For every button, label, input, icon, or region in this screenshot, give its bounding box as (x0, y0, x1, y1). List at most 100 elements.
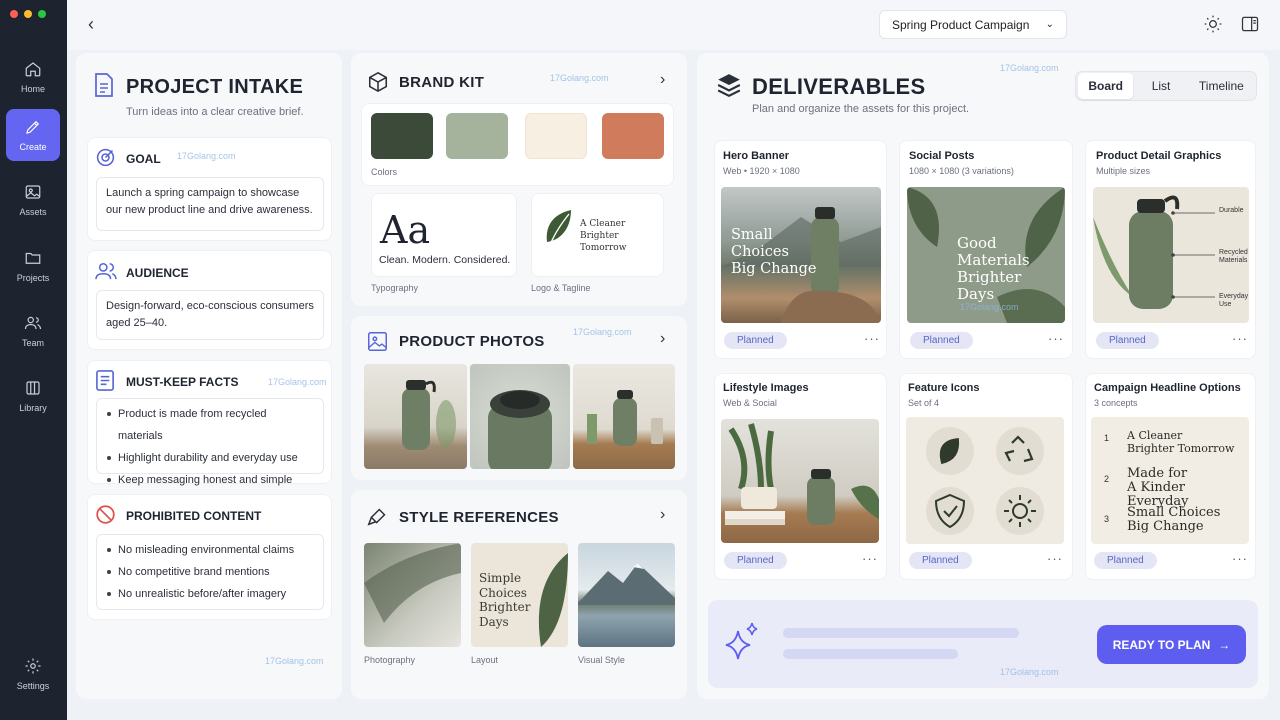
deliverable-subtitle: Multiple sizes (1096, 166, 1151, 176)
color-swatch-1[interactable] (371, 113, 433, 159)
rail-item-assets[interactable]: Assets (6, 174, 60, 226)
style-ref-photography[interactable] (364, 543, 461, 647)
more-options-button[interactable]: ··· (862, 551, 878, 566)
maximize-window-button[interactable] (38, 10, 46, 18)
color-swatch-4[interactable] (602, 113, 664, 159)
more-options-button[interactable]: ··· (864, 331, 880, 346)
leaf-shadow-graphic (364, 543, 461, 623)
back-button[interactable]: ‹ (81, 14, 101, 34)
gear-icon (25, 658, 41, 674)
brand-kit-open-button[interactable]: › (660, 71, 665, 89)
typography-card[interactable]: Aa Clean. Modern. Considered. (371, 193, 517, 277)
overlay-line: Brighter (957, 268, 1022, 286)
product-detail-preview: Durable Recycled Materials Everyday Use (1093, 187, 1249, 323)
layout-sample-text: Simple Choices Brighter Days (479, 571, 530, 629)
headline-option-2: Made for A Kinder Everyday (1127, 467, 1249, 509)
watermark: 17Golang.com (550, 73, 609, 83)
mountain-graphic (578, 563, 675, 605)
status-badge: Planned (724, 332, 787, 349)
window-controls (10, 10, 46, 18)
arrow-right-icon: → (1218, 637, 1231, 652)
tab-list[interactable]: List (1133, 73, 1188, 99)
fact-item: Product is made from recycled materials (106, 403, 314, 447)
status-badge: Planned (1094, 552, 1157, 569)
product-photo-3[interactable] (573, 364, 675, 469)
overlay-line: Materials (957, 251, 1030, 269)
home-icon (25, 62, 41, 77)
watermark: 17Golang.com (265, 656, 324, 666)
headline-line: Small Choices (1127, 505, 1221, 520)
logo-label: Logo & Tagline (531, 283, 591, 293)
deliverable-subtitle: Web • 1920 × 1080 (723, 166, 800, 176)
checklist-icon (96, 370, 114, 391)
more-horizontal-icon: ··· (1232, 551, 1248, 566)
overlay-line: Big Change (731, 261, 817, 277)
folder-icon (25, 252, 41, 264)
more-options-button[interactable]: ··· (1232, 331, 1248, 346)
theme-toggle-button[interactable] (1203, 14, 1223, 34)
rail-item-library[interactable]: Library (6, 370, 60, 422)
deliverable-title: Lifestyle Images (723, 382, 809, 394)
rail-item-projects[interactable]: Projects (6, 240, 60, 292)
product-photos-open-button[interactable]: › (660, 330, 665, 348)
fact-item: Keep messaging honest and simple (106, 469, 314, 491)
pencil-icon (26, 120, 40, 134)
logo-tagline-line1: A Cleaner (580, 219, 626, 229)
more-options-button[interactable]: ··· (1232, 551, 1248, 566)
product-photos-title: PRODUCT PHOTOS (399, 333, 545, 350)
fact-item: Highlight durability and everyday use (106, 447, 314, 469)
feature-icons-graphic (926, 427, 1044, 535)
layers-icon (717, 74, 741, 98)
image-icon (368, 332, 387, 351)
deliverables-title: DELIVERABLES (752, 74, 926, 99)
tab-board[interactable]: Board (1078, 73, 1134, 99)
goal-text[interactable]: Launch a spring campaign to showcase our… (96, 177, 324, 231)
audience-text[interactable]: Design-forward, eco-conscious consumers … (96, 290, 324, 340)
rail-item-settings[interactable]: Settings (6, 648, 60, 700)
close-window-button[interactable] (10, 10, 18, 18)
left-rail: Home Create Assets Projects Team Library… (0, 0, 67, 720)
rail-item-home[interactable]: Home (6, 51, 60, 103)
campaign-select[interactable]: Spring Product Campaign ⌄ (879, 10, 1067, 39)
logo-tagline-line2: Brighter Tomorrow (580, 231, 627, 253)
brand-kit-title: BRAND KIT (399, 74, 485, 91)
rail-item-team[interactable]: Team (6, 305, 60, 357)
more-options-button[interactable]: ··· (1047, 551, 1063, 566)
deliverable-title: Feature Icons (908, 382, 980, 394)
style-ref-layout[interactable]: Simple Choices Brighter Days (471, 543, 568, 647)
rail-item-label: Team (21, 338, 44, 348)
style-references-open-button[interactable]: › (660, 506, 665, 524)
more-options-button[interactable]: ··· (1048, 331, 1064, 346)
headline-line: Big Change (1127, 519, 1204, 534)
overlay-line: Choices (731, 244, 789, 260)
progress-placeholder-line (783, 649, 958, 659)
prohibited-item: No misleading environmental claims (106, 539, 314, 561)
logo-card[interactable]: A Cleaner Brighter Tomorrow (531, 193, 664, 277)
deliverable-title: Hero Banner (723, 150, 790, 162)
tab-timeline[interactable]: Timeline (1189, 73, 1254, 99)
rail-item-create[interactable]: Create (6, 109, 60, 161)
hero-banner-overlay: Small Choices Big Change (731, 227, 816, 278)
typography-tagline: Clean. Modern. Considered. (379, 254, 511, 266)
minimize-window-button[interactable] (24, 10, 32, 18)
cube-icon (368, 71, 388, 93)
headline-number: 3 (1104, 514, 1110, 524)
chevron-right-icon: › (660, 71, 666, 88)
color-swatch-2[interactable] (446, 113, 508, 159)
headline-option-1: A Cleaner Brighter Tomorrow (1127, 429, 1234, 455)
goal-title: GOAL (126, 152, 161, 166)
toggle-panel-button[interactable] (1240, 14, 1260, 34)
plant-bottle-graphic (725, 423, 879, 525)
product-photo-1[interactable] (364, 364, 467, 469)
deliverable-subtitle: Set of 4 (908, 398, 940, 408)
callout-everyday: Everyday Use (1219, 293, 1249, 308)
headline-options-preview: 1 A Cleaner Brighter Tomorrow 2 Made for… (1091, 417, 1249, 544)
ready-to-plan-button[interactable]: READY TO PLAN → (1097, 625, 1246, 664)
product-photo-2[interactable] (470, 364, 570, 469)
color-swatch-3[interactable] (525, 113, 587, 159)
deliverable-title: Product Detail Graphics (1096, 150, 1222, 162)
overlay-line: Good (957, 234, 997, 252)
watermark: 17Golang.com (1000, 63, 1059, 73)
style-ref-visual[interactable] (578, 543, 675, 647)
prohibited-item: No competitive brand mentions (106, 561, 314, 583)
